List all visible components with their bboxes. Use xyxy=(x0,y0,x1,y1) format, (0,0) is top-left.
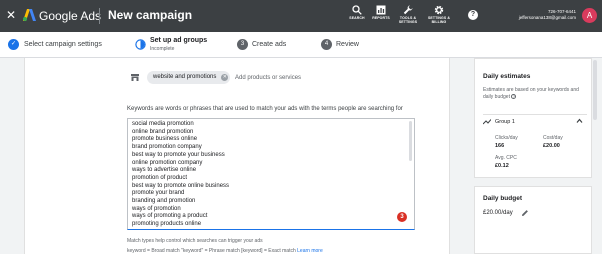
keyword-item: social media promotion xyxy=(132,121,194,127)
keyword-item: ways of promoting a product xyxy=(132,213,208,220)
cost-value: £20.00 xyxy=(543,143,560,149)
reports-icon xyxy=(376,5,386,15)
keyword-item: promoting products online xyxy=(132,221,202,228)
keyword-item: promotion of product xyxy=(132,174,188,181)
top-bar: ✕ Google Ads New campaign SEARCH REPORTS… xyxy=(0,0,602,32)
page-title: New campaign xyxy=(108,8,193,22)
estimates-panel: Daily estimates Estimates are based on y… xyxy=(470,58,602,254)
product-chip[interactable]: website and promotions ✕ xyxy=(147,71,231,84)
main-content: website and promotions ✕ Add products or… xyxy=(0,58,470,254)
keyword-item: branding and promotion xyxy=(132,198,196,205)
match-types-note: Match types help control which searches … xyxy=(127,238,263,244)
step-label: Set up ad groups xyxy=(150,37,208,44)
campaign-stepper: ✓ Select campaign settings Set up ad gro… xyxy=(0,32,602,58)
reports-label: REPORTS xyxy=(372,16,390,20)
brand-name: Google Ads xyxy=(39,9,102,23)
search-button[interactable]: SEARCH xyxy=(349,5,365,20)
close-icon[interactable]: ✕ xyxy=(6,8,16,22)
google-ads-logo xyxy=(23,9,36,21)
step-label: Review xyxy=(336,41,359,48)
cpc-label: Avg. CPC xyxy=(495,155,517,161)
match-types-legend: keyword = Broad match "keyword" = Phrase… xyxy=(127,248,323,254)
estimates-note-text: Estimates are based on your keywords and… xyxy=(483,87,579,100)
daily-budget-title: Daily budget xyxy=(483,195,523,202)
in-progress-icon xyxy=(135,39,146,50)
settings-billing-button[interactable]: SETTINGS & BILLING xyxy=(427,5,451,24)
avatar[interactable]: A xyxy=(582,8,597,23)
store-icon xyxy=(131,74,139,81)
tools-settings-label: TOOLS & SETTINGS xyxy=(398,16,418,24)
help-icon[interactable]: ? xyxy=(468,10,478,20)
step-number: 4 xyxy=(321,39,332,50)
clicks-value: 166 xyxy=(495,143,505,149)
product-chip-label: website and promotions xyxy=(153,74,217,80)
clicks-label: Clicks/day xyxy=(495,135,518,141)
check-icon: ✓ xyxy=(8,39,19,50)
estimates-note: Estimates are based on your keywords and… xyxy=(483,87,588,101)
keywords-textarea[interactable]: social media promotion online brand promo… xyxy=(127,118,415,230)
cpc-value: £0.12 xyxy=(495,163,509,169)
remove-chip-icon[interactable]: ✕ xyxy=(221,74,229,81)
info-icon[interactable]: ? xyxy=(511,94,517,99)
settings-billing-label: SETTINGS & BILLING xyxy=(427,16,450,24)
keyword-item: best way to promote online business xyxy=(132,182,230,189)
keyword-item: promote your brand xyxy=(132,190,185,197)
reports-button[interactable]: REPORTS xyxy=(372,5,390,20)
keyword-item: ways of promotion xyxy=(132,205,181,212)
step-status: Incomplete xyxy=(150,46,175,52)
ad-group-estimate: Group 1 Clicks/day 166 Cost/day £20.00 A… xyxy=(483,114,587,176)
step-number: 3 xyxy=(237,39,248,50)
keyword-list: social media promotion online brand promo… xyxy=(132,121,229,229)
cost-label: Cost/day xyxy=(543,135,563,141)
textarea-scrollbar[interactable] xyxy=(409,121,412,161)
daily-estimates-title: Daily estimates xyxy=(483,73,531,80)
wrench-icon xyxy=(403,5,413,15)
step-label: Select campaign settings xyxy=(24,41,102,48)
pencil-icon[interactable] xyxy=(521,209,529,217)
keyword-item: online promotion company xyxy=(132,159,203,166)
keywords-intro: Keywords are words or phrases that are u… xyxy=(127,106,403,112)
daily-estimates-card: Daily estimates Estimates are based on y… xyxy=(474,58,592,178)
keyword-item: brand promotion company xyxy=(132,144,202,151)
keyword-item: best way to promote your business xyxy=(132,151,225,158)
group-name: Group 1 xyxy=(495,119,515,125)
add-products-input[interactable]: Add products or services xyxy=(235,74,301,82)
divider xyxy=(99,8,100,24)
ad-group-card: website and promotions ✕ Add products or… xyxy=(24,58,450,254)
trend-icon xyxy=(483,119,491,125)
gear-icon xyxy=(434,5,444,15)
notification-badge: 3 xyxy=(397,212,407,222)
step-label: Create ads xyxy=(252,41,287,48)
keyword-item: promote business online xyxy=(132,136,198,143)
chevron-up-icon[interactable] xyxy=(576,118,583,124)
daily-budget-value: £20.00/day xyxy=(483,210,513,216)
page-scrollbar[interactable] xyxy=(592,60,598,250)
learn-more-link[interactable]: Learn more xyxy=(297,248,323,254)
tools-settings-button[interactable]: TOOLS & SETTINGS xyxy=(396,5,420,24)
search-icon xyxy=(352,5,362,15)
daily-budget-card: Daily budget £20.00/day xyxy=(474,186,592,254)
keyword-item: online brand promotion xyxy=(132,128,194,135)
keyword-item: ways to advertise online xyxy=(132,167,197,174)
account-info[interactable]: 726-707-6441 jeffersonana138@gmail.com xyxy=(519,9,576,21)
account-email: jeffersonana138@gmail.com xyxy=(518,15,576,20)
match-types-text: keyword = Broad match "keyword" = Phrase… xyxy=(127,248,296,254)
search-label: SEARCH xyxy=(349,16,365,20)
